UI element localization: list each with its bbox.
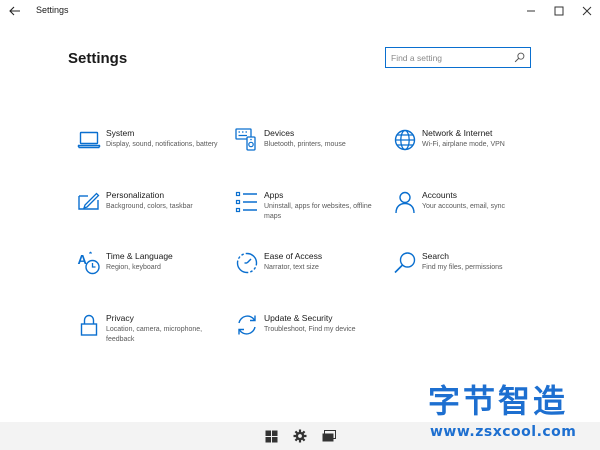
tile-name: Network & Internet — [422, 128, 493, 138]
gear-icon — [293, 429, 307, 443]
ease-of-access-icon — [236, 252, 258, 274]
tile-devices[interactable]: Devices Bluetooth, printers, mouse — [235, 128, 385, 172]
title-bar: Settings — [0, 0, 600, 22]
tile-name: Update & Security — [264, 313, 333, 323]
tile-description: Narrator, text size — [264, 264, 319, 271]
search-icon[interactable] — [514, 52, 525, 63]
tile-name: Privacy — [106, 313, 134, 323]
tile-description: Wi-Fi, airplane mode, VPN — [422, 141, 505, 148]
close-icon — [582, 6, 592, 16]
tile-name: Ease of Access — [264, 251, 323, 261]
search-box[interactable] — [385, 47, 531, 68]
tile-name: Time & Language — [106, 251, 173, 261]
keyboard-speaker-icon — [235, 128, 256, 151]
taskbar — [0, 422, 600, 450]
settings-taskbar-button[interactable] — [293, 429, 307, 443]
tile-apps[interactable]: Apps Uninstall, apps for websites, offli… — [235, 190, 385, 234]
magnifier-icon — [394, 252, 416, 274]
tile-privacy[interactable]: Privacy Location, camera, microphone, fe… — [77, 313, 227, 357]
watermark-logo-text: 字节智造 — [428, 382, 569, 420]
maximize-button[interactable] — [550, 2, 568, 20]
tile-update-security[interactable]: Update & Security Troubleshoot, Find my … — [235, 313, 385, 357]
tile-time-language[interactable]: A Time & Language Region, keyboard — [77, 251, 227, 295]
tile-description: Bluetooth, printers, mouse — [264, 141, 346, 148]
tile-network-internet[interactable]: Network & Internet Wi-Fi, airplane mode,… — [393, 128, 543, 172]
tile-description: Your accounts, email, sync — [422, 203, 506, 210]
tile-description: Region, keyboard — [106, 264, 161, 271]
tile-search[interactable]: Search Find my files, permissions — [393, 251, 543, 295]
tile-description: Uninstall, apps for websites, offline ma… — [264, 203, 372, 220]
globe-icon — [394, 129, 416, 151]
window-title: Settings — [36, 5, 69, 15]
tile-description: Troubleshoot, Find my device — [264, 326, 356, 333]
back-button[interactable] — [6, 2, 24, 20]
maximize-icon — [554, 6, 564, 16]
search-input[interactable] — [386, 48, 510, 67]
close-button[interactable] — [578, 2, 596, 20]
page-title: Settings — [68, 50, 128, 67]
tile-personalization[interactable]: Personalization Background, colors, task… — [77, 190, 227, 234]
tile-system[interactable]: System Display, sound, notifications, ba… — [77, 128, 227, 172]
time-language-icon: A — [78, 251, 100, 275]
minimize-button[interactable] — [522, 2, 540, 20]
tile-description: Location, camera, microphone, feedback — [106, 326, 203, 343]
windows-logo-icon — [265, 430, 277, 442]
tile-name: Apps — [264, 190, 284, 200]
person-icon — [395, 191, 415, 214]
tile-name: Accounts — [422, 190, 457, 200]
pen-screen-icon — [78, 192, 100, 210]
tile-name: System — [106, 128, 135, 138]
tile-description: Find my files, permissions — [422, 264, 503, 271]
task-view-icon — [322, 429, 336, 441]
arrow-left-icon — [9, 6, 20, 16]
lock-icon — [80, 314, 98, 336]
sync-arrows-icon — [238, 315, 256, 335]
tile-description: Display, sound, notifications, battery — [106, 141, 218, 148]
tile-ease-of-access[interactable]: Ease of Access Narrator, text size — [235, 251, 385, 295]
apps-list-icon — [235, 191, 257, 213]
laptop-icon — [77, 131, 101, 149]
tile-accounts[interactable]: Accounts Your accounts, email, sync — [393, 190, 543, 234]
tile-name: Devices — [264, 128, 295, 138]
tile-name: Search — [422, 251, 449, 261]
tile-name: Personalization — [106, 190, 165, 200]
minimize-icon — [527, 10, 535, 12]
task-view-button[interactable] — [322, 429, 336, 443]
tile-description: Background, colors, taskbar — [106, 203, 193, 210]
start-button[interactable] — [264, 429, 278, 443]
